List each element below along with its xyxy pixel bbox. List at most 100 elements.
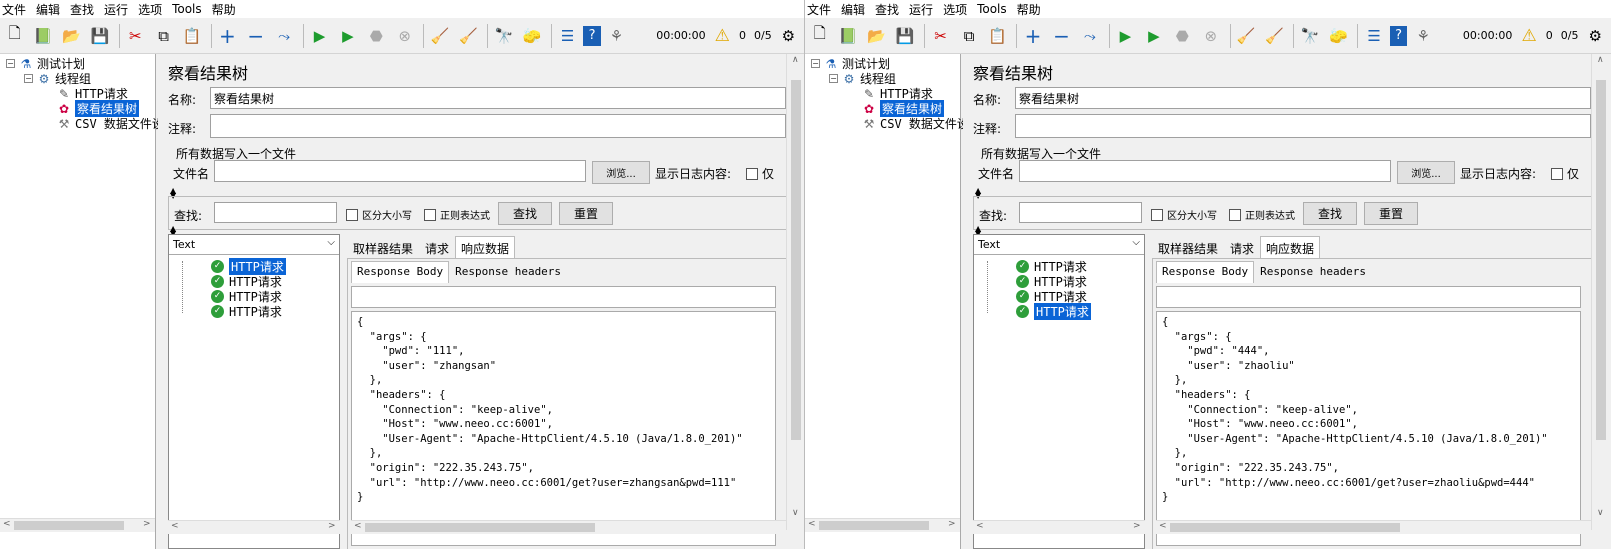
menu-help[interactable]: 帮助 [1017,1,1041,18]
tree-node-csv-data[interactable]: ⚒ CSV 数据文件设 [861,115,969,132]
reset-button[interactable]: 重置 [1364,202,1418,225]
save-icon[interactable]: 💾 [87,23,112,49]
templates-icon[interactable]: 📗 [30,23,55,49]
warning-icon[interactable]: ⚠ [1516,23,1541,49]
scroll-left-icon[interactable]: < [171,521,179,531]
paste-icon[interactable]: 📋 [179,23,204,49]
clear-all-icon[interactable]: 🧹 [456,23,481,49]
splitter-handle[interactable]: ▲▼ [168,187,786,200]
menu-run[interactable]: 运行 [909,1,933,18]
splitter-handle[interactable]: ▲▼ [168,225,786,238]
renderer-select[interactable]: Text ⌵ [974,235,1144,255]
help-icon[interactable]: ? [1389,25,1408,46]
scroll-left-icon[interactable]: < [1159,521,1167,531]
browse-button[interactable]: 浏览... [592,161,650,184]
regex-checkbox[interactable]: 正则表达式 [424,207,490,222]
settings-gear-icon[interactable]: ⚙ [1583,23,1608,49]
collapse-icon[interactable]: − [829,74,838,83]
expand-icon[interactable]: + [215,23,240,49]
expand-icon[interactable]: + [1020,23,1045,49]
scroll-thumb[interactable] [1596,80,1606,440]
case-sensitive-checkbox[interactable]: 区分大小写 [346,207,412,222]
menu-file[interactable]: 文件 [2,1,26,18]
collapse-icon[interactable]: − [243,23,268,49]
shutdown-icon[interactable]: ⊗ [1198,23,1223,49]
collapse-icon[interactable]: − [24,74,33,83]
chevron-down-icon[interactable]: ⌵ [1132,237,1140,248]
remote-icon[interactable]: ⚘ [1410,23,1435,49]
menu-edit[interactable]: 编辑 [36,1,60,18]
tab-response-data[interactable]: 响应数据 [455,236,516,258]
tab-request[interactable]: 请求 [419,236,455,258]
menu-tools[interactable]: Tools [977,2,1007,16]
tab-response-body[interactable]: Response Body [1156,261,1255,283]
response-body-text[interactable]: { "args": { "pwd": "111", "user": "zhang… [351,311,776,546]
result-item[interactable]: ✓ HTTP请求 [211,303,282,320]
results-horizontal-scrollbar[interactable]: < > [973,520,1145,534]
help-icon[interactable]: ? [583,25,601,46]
paste-icon[interactable]: 📋 [985,23,1010,49]
tree-horizontal-scrollbar[interactable]: < > [805,518,960,532]
new-icon[interactable]: 🗋 [2,23,27,49]
scroll-up-icon[interactable]: ∧ [792,55,799,65]
errors-only-checkbox[interactable]: 仅 [746,165,774,182]
reset-search-icon[interactable]: 🧽 [1326,23,1351,49]
collapse-icon[interactable]: − [811,59,820,68]
response-search-field[interactable] [351,286,776,308]
scroll-thumb[interactable] [14,521,124,530]
scroll-left-icon[interactable]: < [354,521,362,531]
scroll-thumb[interactable] [365,523,595,532]
scroll-thumb[interactable] [791,80,801,440]
name-field[interactable]: 察看结果树 [1015,87,1591,109]
menu-search[interactable]: 查找 [875,1,899,18]
cut-icon[interactable]: ✂ [928,23,953,49]
find-button[interactable]: 查找 [1303,202,1357,225]
find-button[interactable]: 查找 [498,202,552,225]
cut-icon[interactable]: ✂ [123,23,148,49]
menu-options[interactable]: 选项 [943,1,967,18]
scroll-left-icon[interactable]: < [3,519,11,529]
response-horizontal-scrollbar[interactable]: < [351,520,786,534]
open-icon[interactable]: 📂 [864,23,889,49]
errors-only-checkbox[interactable]: 仅 [1551,165,1579,182]
scroll-left-icon[interactable]: < [976,521,984,531]
menu-tools[interactable]: Tools [172,2,202,16]
menu-search[interactable]: 查找 [70,1,94,18]
menu-edit[interactable]: 编辑 [841,1,865,18]
menu-help[interactable]: 帮助 [212,1,236,18]
shutdown-icon[interactable]: ⊗ [392,23,417,49]
panel-vertical-scrollbar[interactable]: ∧ ∨ [1591,54,1610,530]
function-helper-icon[interactable]: ☰ [555,23,580,49]
scroll-right-icon[interactable]: > [948,519,956,529]
copy-icon[interactable]: ⧉ [956,23,981,49]
filename-input[interactable] [1019,160,1391,182]
open-icon[interactable]: 📂 [59,23,84,49]
regex-checkbox[interactable]: 正则表达式 [1229,207,1295,222]
tab-sampler-result[interactable]: 取样器结果 [1152,236,1224,258]
chevron-down-icon[interactable]: ⌵ [327,237,335,248]
search-icon[interactable]: 🔭 [1297,23,1322,49]
clear-icon[interactable]: 🧹 [427,23,452,49]
templates-icon[interactable]: 📗 [835,23,860,49]
collapse-icon[interactable]: − [1049,23,1074,49]
stop-icon[interactable]: ⬣ [364,23,389,49]
start-icon[interactable]: ▶ [307,23,332,49]
comment-field[interactable] [1015,114,1591,138]
splitter-handle[interactable]: ▲▼ [973,187,1591,200]
result-item[interactable]: ✓ HTTP请求 [1016,303,1091,320]
splitter-handle[interactable]: ▲▼ [973,225,1591,238]
clear-icon[interactable]: 🧹 [1234,23,1259,49]
search-icon[interactable]: 🔭 [491,23,516,49]
tab-response-data[interactable]: 响应数据 [1260,236,1321,258]
menu-options[interactable]: 选项 [138,1,162,18]
tab-response-body[interactable]: Response Body [351,261,450,283]
reset-search-icon[interactable]: 🧽 [519,23,544,49]
new-icon[interactable]: 🗋 [807,23,832,49]
scroll-down-icon[interactable]: ∨ [792,508,799,518]
renderer-select[interactable]: Text ⌵ [169,235,339,255]
save-icon[interactable]: 💾 [892,23,917,49]
scroll-right-icon[interactable]: > [328,521,336,531]
tab-request[interactable]: 请求 [1224,236,1260,258]
menu-file[interactable]: 文件 [807,1,831,18]
response-search-field[interactable] [1156,286,1581,308]
